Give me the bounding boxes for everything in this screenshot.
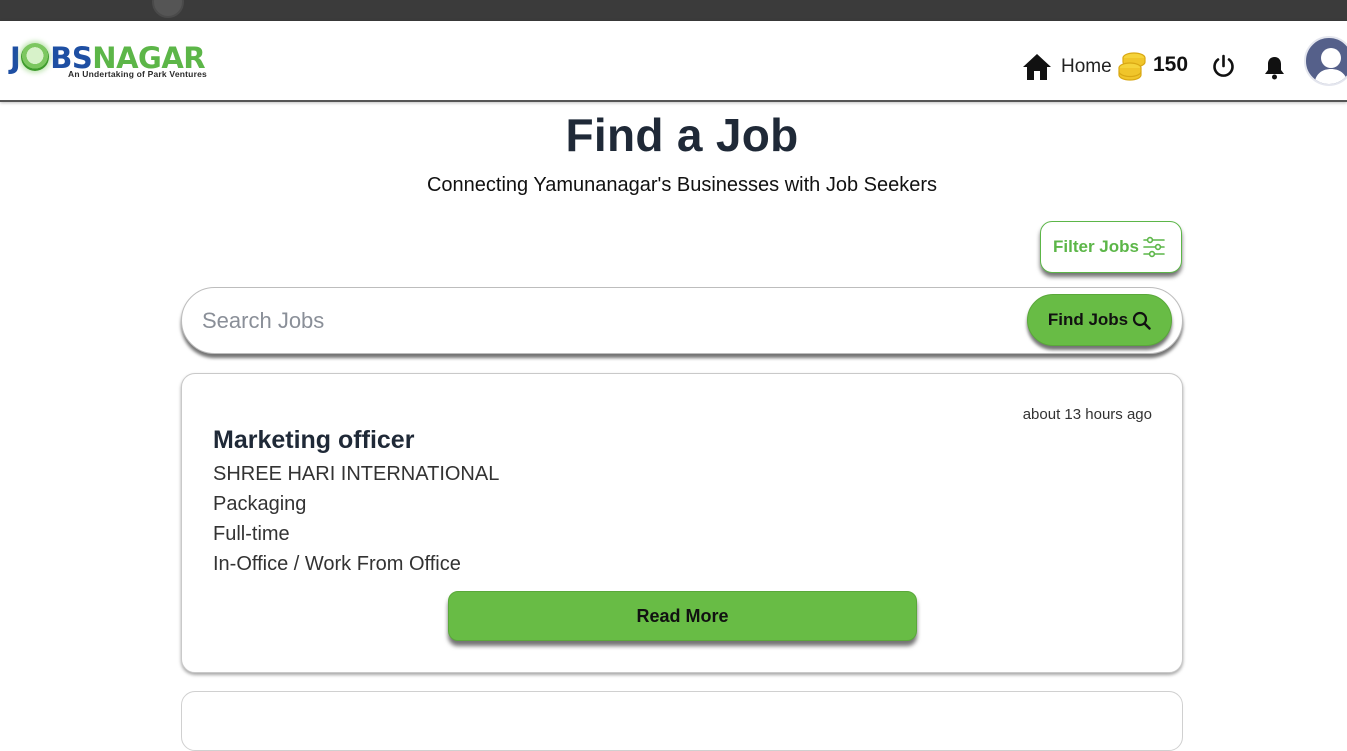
browser-top-strip	[0, 0, 1347, 21]
coin-balance: 150	[1153, 53, 1189, 76]
job-search-bar: Find Jobs	[181, 287, 1183, 354]
filter-jobs-label: Filter Jobs	[1053, 237, 1139, 256]
bell-icon[interactable]	[1263, 55, 1286, 80]
logo-letter-j: J	[10, 41, 21, 75]
page-subtitle: Connecting Yamunanagar's Businesses with…	[426, 174, 938, 196]
job-work-mode: In-Office / Work From Office	[213, 553, 461, 575]
search-input[interactable]	[202, 302, 1002, 340]
top-navbar: J BSNAGAR An Undertaking of Park Ventures…	[0, 21, 1347, 102]
job-title: Marketing officer	[213, 426, 415, 454]
nav-home-link[interactable]: Home	[1061, 56, 1112, 78]
logo-globe-icon	[21, 43, 50, 71]
job-type: Full-time	[213, 523, 290, 545]
coins-icon	[1118, 52, 1146, 81]
read-more-button[interactable]: Read More	[448, 591, 917, 641]
find-jobs-label: Find Jobs	[1047, 310, 1129, 329]
job-posted-time: about 13 hours ago	[1022, 406, 1152, 423]
user-avatar-icon[interactable]	[1304, 36, 1347, 86]
filter-jobs-button[interactable]: Filter Jobs	[1040, 221, 1182, 273]
sliders-icon	[1143, 236, 1165, 258]
job-card: about 13 hours ago Marketing officer SHR…	[181, 373, 1183, 673]
search-icon	[1133, 311, 1151, 330]
job-category: Packaging	[213, 493, 307, 515]
home-icon[interactable]	[1022, 53, 1052, 81]
browser-profile-icon	[152, 0, 184, 18]
job-company: SHREE HARI INTERNATIONAL	[213, 463, 500, 485]
logo-tagline: An Undertaking of Park Ventures	[68, 69, 207, 79]
job-card	[181, 691, 1183, 751]
find-jobs-button[interactable]: Find Jobs	[1027, 294, 1172, 346]
power-icon[interactable]	[1211, 54, 1236, 79]
jobsnagar-logo[interactable]: J BSNAGAR An Undertaking of Park Ventures	[10, 41, 220, 83]
page-title: Find a Job	[565, 109, 799, 161]
